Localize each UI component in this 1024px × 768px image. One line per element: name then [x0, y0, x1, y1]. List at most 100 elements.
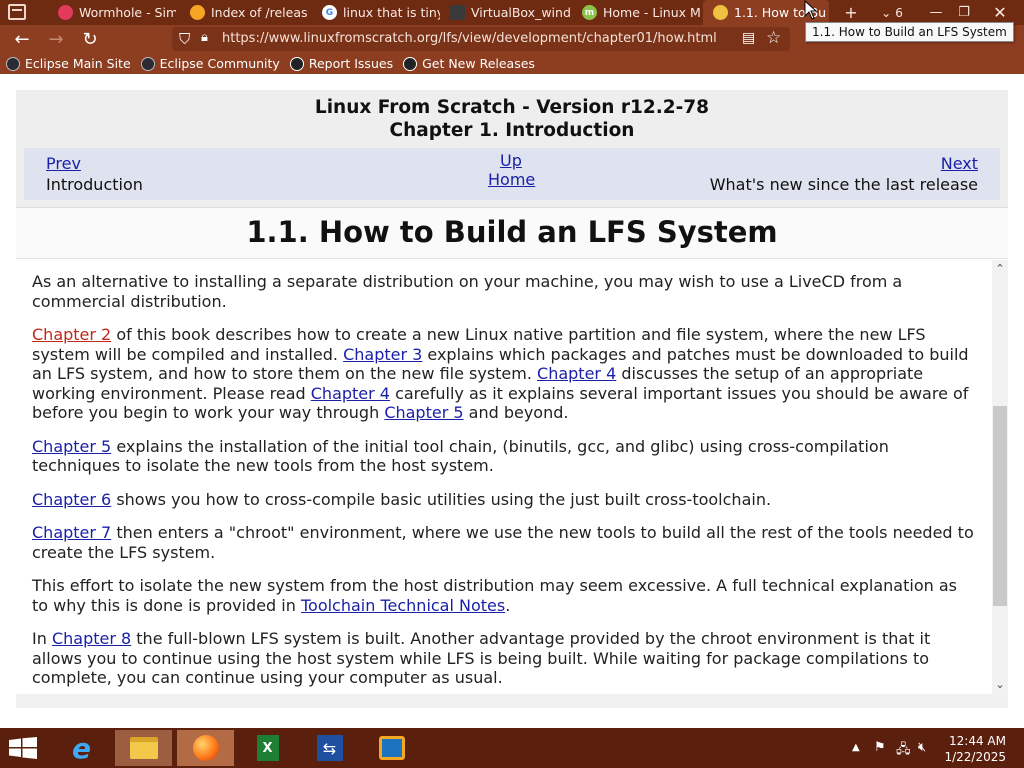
prev-title: Introduction	[46, 175, 143, 194]
tab-title: VirtualBox_windc	[471, 5, 570, 20]
paragraph-text: As an alternative to installing a separa…	[32, 272, 903, 311]
lfs-favicon-icon	[713, 5, 728, 20]
bookmark-eclipse-main-site[interactable]: Eclipse Main Site	[6, 56, 131, 71]
taskbar-excel[interactable]: X	[239, 730, 296, 766]
chapter-title: Chapter 1. Introduction	[389, 120, 635, 141]
windows-taskbar: e X ⇆ ▲ ⚑ 🖧︎ 🔇︎ 12:44 AM 1/22/2025	[0, 728, 1024, 768]
clock-time[interactable]: 12:44 AM	[949, 734, 1006, 748]
back-button[interactable]: ←	[10, 28, 34, 50]
wormhole-favicon-icon	[58, 5, 73, 20]
article-body: As an alternative to installing a separa…	[16, 260, 992, 694]
paragraph: Chapter 7 then enters a "chroot" environ…	[32, 523, 976, 562]
lock-icon[interactable]: 🔒︎	[201, 30, 208, 45]
chapter-link[interactable]: Chapter 3	[343, 345, 422, 364]
bookmark-label: Get New Releases	[422, 56, 535, 71]
vertical-scrollbar[interactable]: ⌃ ⌄	[992, 260, 1008, 694]
mouse-cursor-icon	[804, 0, 818, 20]
google-favicon-icon: G	[322, 5, 337, 20]
paragraph-text: the full-blown LFS system is built. Anot…	[32, 629, 931, 687]
firefox-view-icon[interactable]	[8, 4, 26, 20]
taskbar-firefox[interactable]	[177, 730, 234, 766]
scroll-down-icon[interactable]: ⌄	[992, 678, 1008, 692]
close-icon: ✕	[993, 3, 1007, 22]
tab-tooltip: 1.1. How to Build an LFS System	[805, 22, 1014, 42]
page-viewport: Linux From Scratch - Version r12.2-78 Ch…	[0, 74, 1024, 728]
bookmark-star-icon[interactable]: ☆	[766, 28, 781, 48]
forward-button[interactable]: →	[44, 28, 68, 50]
paragraph: As an alternative to installing a separa…	[32, 272, 976, 311]
chapter-link[interactable]: Chapter 5	[384, 403, 463, 422]
taskbar-internet-explorer[interactable]: e	[53, 730, 110, 766]
volume-muted-icon[interactable]: 🔇︎	[918, 740, 926, 755]
chapter-link[interactable]: Chapter 5	[32, 437, 111, 456]
arrow-right-icon: →	[48, 28, 64, 50]
system-tray: ▲ ⚑ 🖧︎ 🔇︎ 12:44 AM 1/22/2025	[844, 728, 1024, 768]
heading-band: 1.1. How to Build an LFS System	[16, 208, 1008, 259]
address-bar[interactable]: ⛉ 🔒︎ https://www.linuxfromscratch.org/lf…	[172, 27, 790, 51]
excel-icon: X	[256, 735, 279, 761]
chapter-link[interactable]: Toolchain Technical Notes	[301, 596, 505, 615]
bookmark-label: Eclipse Main Site	[25, 56, 131, 71]
action-center-flag-icon[interactable]: ⚑	[874, 740, 886, 755]
bookmark-label: Eclipse Community	[159, 56, 280, 71]
chapter-link[interactable]: Chapter 4	[311, 384, 390, 403]
network-icon[interactable]: 🖧︎	[896, 740, 911, 762]
up-link[interactable]: Up	[500, 151, 522, 170]
scrollbar-thumb[interactable]	[993, 406, 1007, 606]
tab-count: 6	[895, 5, 903, 20]
paragraph-text: explains the installation of the initial…	[32, 436, 889, 476]
chapter-navigation: Prev Introduction Up Home Next What's ne…	[24, 148, 1000, 200]
paragraph-text: and beyond.	[463, 403, 569, 422]
bookmarks-toolbar: Eclipse Main Site Eclipse Community Repo…	[0, 53, 1024, 74]
next-link[interactable]: Next	[941, 154, 978, 173]
chapter-link[interactable]: Chapter 2	[32, 325, 111, 344]
tab-title: Wormhole - Simp	[79, 5, 176, 20]
arrow-left-icon: ←	[14, 28, 30, 50]
firefox-icon	[192, 735, 219, 761]
tab-index-of-release[interactable]: Index of /release/	[180, 0, 308, 25]
tab-wormhole[interactable]: Wormhole - Simp	[48, 0, 176, 25]
paragraph: Chapter 6 shows you how to cross-compile…	[32, 490, 976, 510]
reader-view-icon[interactable]: ▤	[742, 30, 755, 46]
tab-virtualbox[interactable]: VirtualBox_windc	[440, 0, 570, 25]
taskbar-virtualbox[interactable]	[363, 730, 420, 766]
tab-title: Index of /release/	[211, 5, 308, 20]
next-title: What's new since the last release	[709, 175, 978, 194]
tracking-protection-icon[interactable]: ⛉	[179, 30, 190, 48]
scroll-up-icon[interactable]: ⌃	[992, 262, 1008, 276]
chapter-link[interactable]: Chapter 4	[537, 364, 616, 383]
paragraph-text: shows you how to cross-compile basic uti…	[111, 489, 772, 509]
minimize-icon: —	[929, 5, 943, 20]
internet-explorer-icon: e	[72, 731, 91, 765]
virtualbox-favicon-icon	[450, 5, 465, 20]
windows-start-icon[interactable]	[9, 737, 37, 759]
paragraph: This effort to isolate the new system fr…	[32, 576, 976, 615]
clock-date[interactable]: 1/22/2025	[944, 750, 1006, 764]
reload-button[interactable]: ↻	[78, 28, 102, 50]
github-icon	[403, 56, 418, 71]
reload-icon: ↻	[82, 28, 98, 50]
paragraph-text: then enters a "chroot" environment, wher…	[32, 523, 974, 562]
taskbar-file-explorer[interactable]	[115, 730, 172, 766]
tab-google-search[interactable]: G linux that is tiny -	[312, 0, 440, 25]
eclipse-icon	[140, 56, 155, 71]
taskbar-filezilla[interactable]: ⇆	[301, 730, 358, 766]
bookmark-eclipse-community[interactable]: Eclipse Community	[140, 56, 280, 71]
url-text[interactable]: https://www.linuxfromscratch.org/lfs/vie…	[222, 31, 717, 46]
bookmark-get-new-releases[interactable]: Get New Releases	[403, 56, 535, 71]
folder-favicon-icon	[190, 5, 205, 20]
paragraph-text: In	[32, 629, 52, 648]
restore-icon: ❐	[958, 5, 970, 20]
page-heading: 1.1. How to Build an LFS System	[246, 215, 778, 249]
prev-link[interactable]: Prev	[46, 154, 81, 173]
mint-favicon-icon: m	[582, 5, 597, 20]
chapter-link[interactable]: Chapter 8	[52, 629, 131, 648]
bookmark-report-issues[interactable]: Report Issues	[289, 56, 393, 71]
book-title: Linux From Scratch - Version r12.2-78	[314, 97, 710, 118]
tab-linux-mint[interactable]: m Home - Linux Mi	[572, 0, 700, 25]
home-link[interactable]: Home	[488, 170, 535, 189]
eclipse-icon	[6, 56, 20, 71]
chapter-link[interactable]: Chapter 7	[32, 523, 111, 542]
show-hidden-icons-icon[interactable]: ▲	[852, 742, 860, 753]
chapter-link[interactable]: Chapter 6	[32, 490, 111, 509]
